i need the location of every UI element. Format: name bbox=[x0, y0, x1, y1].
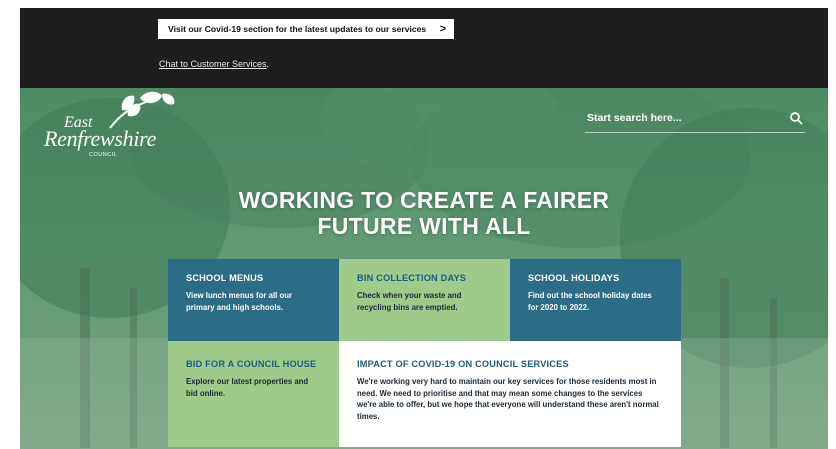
search-input[interactable] bbox=[585, 106, 777, 130]
site-search bbox=[585, 106, 805, 133]
covid-updates-label: Visit our Covid-19 section for the lates… bbox=[168, 24, 427, 34]
card-title: SCHOOL HOLIDAYS bbox=[528, 273, 620, 283]
covid-updates-button[interactable]: Visit our Covid-19 section for the lates… bbox=[158, 19, 455, 39]
card-title: BID FOR A COUNCIL HOUSE bbox=[186, 359, 317, 369]
card-description: We're working very hard to maintain our … bbox=[357, 377, 659, 421]
card-title: IMPACT OF COVID-19 ON COUNCIL SERVICES bbox=[357, 359, 569, 369]
chat-link-period: . bbox=[266, 59, 270, 69]
hero-banner: East Renfrewshire COUNCIL WORKING TO CRE… bbox=[20, 88, 828, 449]
search-icon[interactable] bbox=[789, 111, 803, 125]
card-bin-collection-days[interactable]: BIN COLLECTION DAYS Check when your wast… bbox=[339, 259, 510, 341]
card-description: Check when your waste and recycling bins… bbox=[357, 291, 462, 312]
covid-alert-bar: Visit our Covid-19 section for the lates… bbox=[20, 8, 828, 88]
quick-links-grid: SCHOOL MENUS View lunch menus for all ou… bbox=[168, 259, 681, 447]
card-school-holidays[interactable]: SCHOOL HOLIDAYS Find out the school holi… bbox=[510, 259, 681, 341]
chevron-right-icon: > bbox=[439, 23, 447, 35]
card-school-menus[interactable]: SCHOOL MENUS View lunch menus for all ou… bbox=[168, 259, 339, 341]
logo-text-renfrewshire: Renfrewshire bbox=[44, 126, 157, 151]
card-bid-council-house[interactable]: BID FOR A COUNCIL HOUSE Explore our late… bbox=[168, 341, 339, 447]
card-covid-impact[interactable]: IMPACT OF COVID-19 ON COUNCIL SERVICES W… bbox=[339, 341, 681, 447]
logo-text-council: COUNCIL bbox=[89, 152, 118, 158]
chat-link-row: Chat to Customer Services. bbox=[159, 54, 269, 72]
card-description: Explore our latest properties and bid on… bbox=[186, 377, 309, 398]
page-frame: Visit our Covid-19 section for the lates… bbox=[20, 8, 828, 449]
hero-headline: WORKING TO CREATE A FAIRER FUTURE WITH A… bbox=[20, 187, 828, 239]
east-renfrewshire-logo[interactable]: East Renfrewshire COUNCIL bbox=[44, 91, 204, 162]
hero-headline-line-2: FUTURE WITH ALL bbox=[317, 213, 531, 239]
card-description: Find out the school holiday dates for 20… bbox=[528, 291, 652, 312]
card-title: SCHOOL MENUS bbox=[186, 273, 264, 283]
chat-customer-services-link[interactable]: Chat to Customer Services bbox=[159, 59, 267, 69]
card-description: View lunch menus for all our primary and… bbox=[186, 291, 293, 312]
hero-headline-line-1: WORKING TO CREATE A FAIRER bbox=[238, 187, 610, 213]
card-title: BIN COLLECTION DAYS bbox=[357, 273, 467, 283]
